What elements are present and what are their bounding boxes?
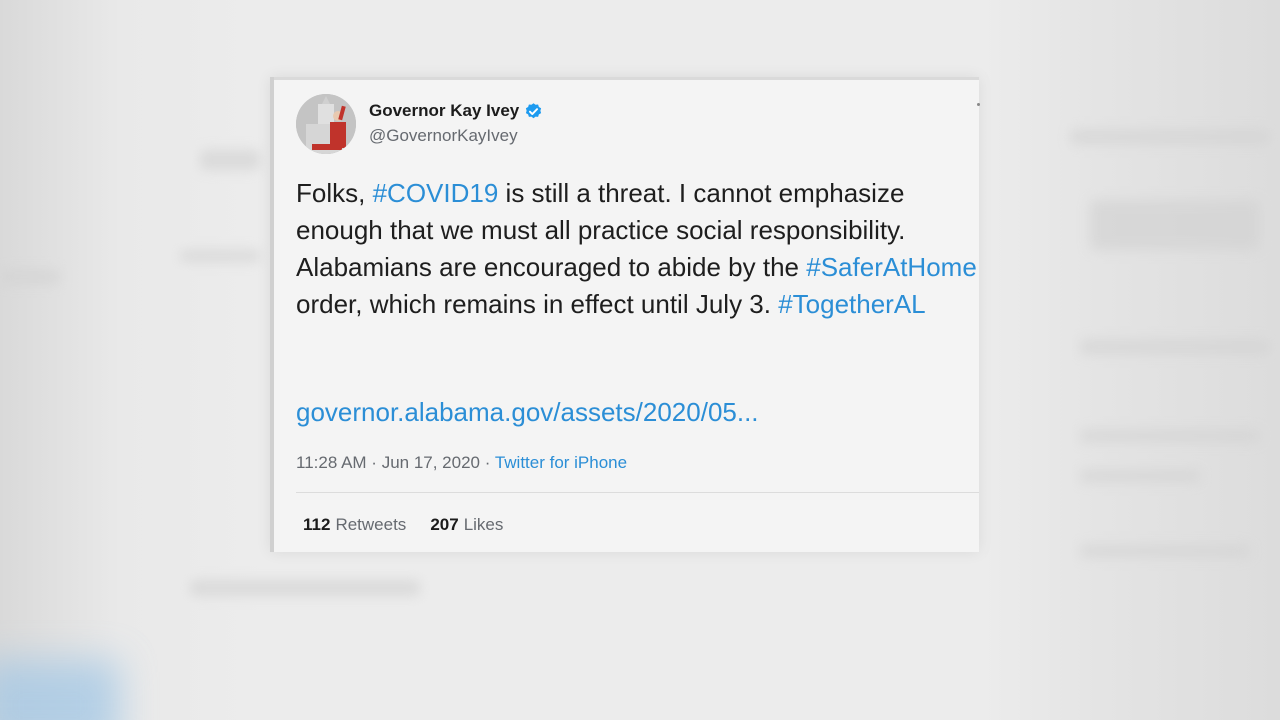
tweet-text-segment: order, which remains in effect until Jul…	[296, 289, 779, 319]
tweet-meta: 11:28 AM · Jun 17, 2020 · Twitter for iP…	[296, 453, 627, 473]
retweets-count: 112	[303, 515, 331, 534]
tweet-stats: 112 Retweets 207 Likes	[303, 515, 503, 535]
author-handle[interactable]: @GovernorKayIvey	[369, 126, 518, 146]
avatar[interactable]	[296, 94, 356, 154]
verified-badge-icon	[526, 102, 542, 118]
blurred-element	[1080, 430, 1260, 442]
divider	[296, 492, 979, 493]
blurred-element	[200, 150, 260, 170]
tweet-body: Folks, #COVID19 is still a threat. I can…	[296, 175, 986, 323]
tweet-card: Governor Kay Ivey @GovernorKayIvey Folks…	[270, 77, 980, 552]
blurred-element	[0, 270, 60, 284]
meta-separator: ·	[366, 453, 382, 472]
hashtag-link[interactable]: #COVID19	[373, 178, 499, 208]
tweet-time[interactable]: 11:28 AM	[296, 453, 367, 472]
author-name[interactable]: Governor Kay Ivey	[369, 101, 519, 121]
more-options-icon[interactable]	[977, 103, 980, 106]
blurred-element	[180, 250, 260, 262]
author-name-row[interactable]: Governor Kay Ivey	[369, 101, 543, 121]
hashtag-link[interactable]: #SaferAtHome	[806, 252, 977, 282]
tweet-url-link[interactable]: governor.alabama.gov/assets/2020/05...	[296, 397, 759, 428]
likes-label: Likes	[463, 515, 504, 534]
retweets-stat[interactable]: 112 Retweets	[303, 515, 406, 535]
blurred-element	[0, 660, 120, 720]
tweet-date[interactable]: Jun 17, 2020	[382, 453, 480, 472]
blurred-element	[1080, 470, 1200, 482]
blurred-element	[1070, 130, 1270, 144]
blurred-element	[1090, 200, 1260, 250]
meta-separator: ·	[480, 453, 495, 472]
blurred-element	[1080, 545, 1250, 557]
hashtag-link[interactable]: #TogetherAL	[778, 289, 925, 319]
tweet-text-segment: Folks,	[296, 178, 373, 208]
likes-stat[interactable]: 207 Likes	[430, 515, 503, 535]
tweet-source-link[interactable]: Twitter for iPhone	[495, 453, 627, 472]
blurred-element	[190, 580, 420, 596]
blurred-element	[1080, 340, 1270, 354]
retweets-label: Retweets	[335, 515, 407, 534]
avatar-image-icon	[296, 94, 356, 154]
likes-count: 207	[430, 515, 459, 534]
